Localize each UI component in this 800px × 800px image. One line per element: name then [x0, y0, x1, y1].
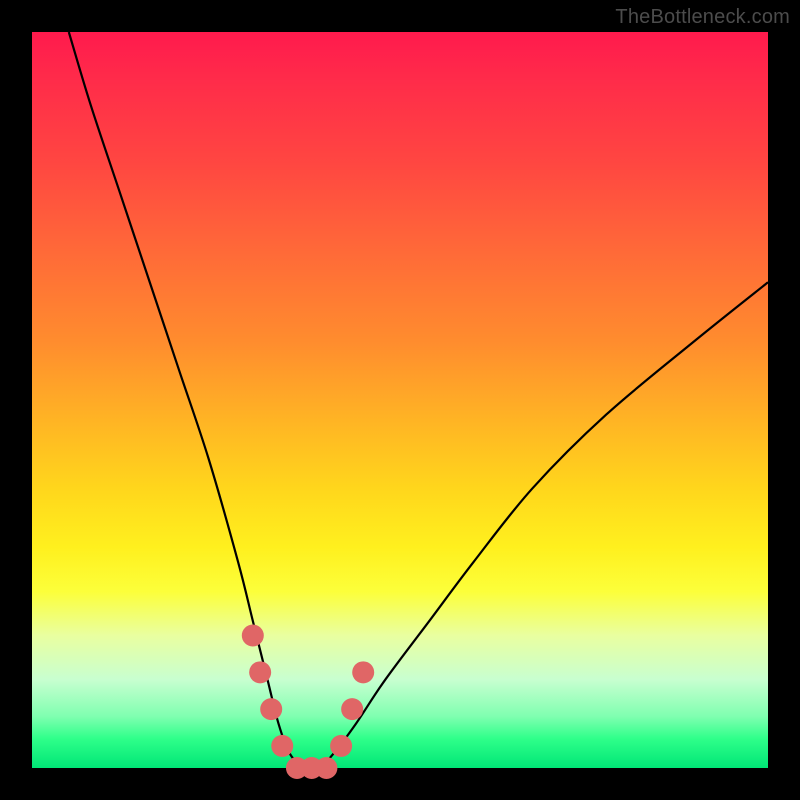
curve-svg: [32, 32, 768, 768]
highlight-markers-group: [242, 625, 374, 779]
highlight-marker: [260, 698, 282, 720]
watermark-text: TheBottleneck.com: [615, 6, 790, 29]
highlight-marker: [330, 735, 352, 757]
bottleneck-curve-path: [69, 32, 768, 770]
highlight-marker: [271, 735, 293, 757]
highlight-marker: [249, 661, 271, 683]
chart-frame: TheBottleneck.com: [0, 0, 800, 800]
highlight-marker: [341, 698, 363, 720]
highlight-marker: [242, 625, 264, 647]
highlight-marker: [315, 757, 337, 779]
plot-area: [32, 32, 768, 768]
highlight-marker: [352, 661, 374, 683]
